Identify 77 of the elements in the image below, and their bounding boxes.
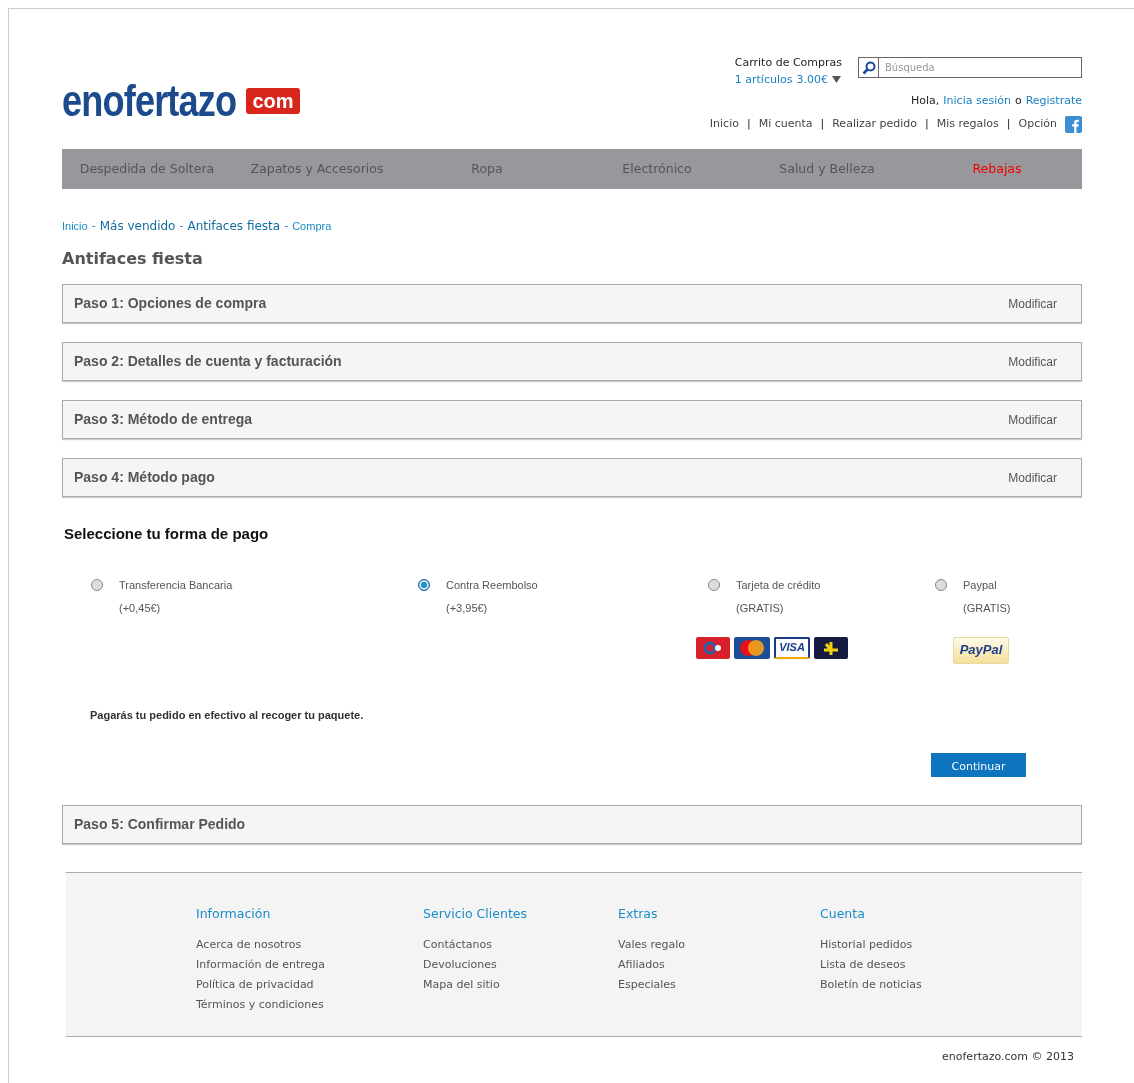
footer-heading: Cuenta: [820, 906, 866, 921]
login-link[interactable]: Inicia sesión: [943, 93, 1011, 110]
payment-option-label[interactable]: Tarjeta de crédito: [736, 576, 821, 593]
separator: -: [284, 217, 289, 234]
footer-link[interactable]: Boletín de noticias: [820, 975, 970, 995]
footer-link[interactable]: Política de privacidad: [196, 975, 423, 995]
step-title[interactable]: Paso 2: Detalles de cuenta y facturación: [74, 351, 342, 372]
page-title: Antifaces fiesta: [62, 248, 204, 270]
payment-price: (+0,45€): [119, 601, 162, 616]
payment-price: (GRATIS): [736, 601, 785, 616]
top-link[interactable]: Realizar pedido: [832, 115, 918, 133]
card-logo-icon: [696, 636, 730, 659]
facebook-icon[interactable]: [1065, 115, 1082, 133]
footer-link[interactable]: Mapa del sitio: [423, 975, 618, 995]
footer-link[interactable]: Historial pedidos: [820, 935, 970, 955]
radio-button[interactable]: [708, 578, 720, 591]
step-title[interactable]: Paso 5: Confirmar Pedido: [74, 814, 246, 835]
top-link[interactable]: Mis regalos: [936, 115, 999, 133]
cart-total[interactable]: 3.00€: [796, 71, 828, 88]
footer-link[interactable]: Afiliados: [618, 955, 820, 975]
modify-link[interactable]: Modificar: [1008, 410, 1057, 429]
breadcrumb-link[interactable]: Inicio: [62, 217, 88, 235]
separator: |: [746, 115, 751, 132]
footer-link[interactable]: Vales regalo: [618, 935, 820, 955]
top-link[interactable]: Mi cuenta: [758, 115, 813, 133]
or-text: o: [1014, 93, 1022, 109]
card-logo-icon: [814, 636, 848, 659]
step-title[interactable]: Paso 3: Método de entrega: [74, 409, 253, 430]
footer-link[interactable]: Términos y condiciones: [196, 995, 423, 1015]
top-link[interactable]: Opción: [1018, 115, 1057, 133]
step-title[interactable]: Paso 4: Método pago: [74, 467, 215, 488]
footer-heading: Extras: [618, 906, 659, 921]
payment-option-label[interactable]: Transferencia Bancaria: [119, 576, 233, 593]
continue-button[interactable]: Continuar: [931, 753, 1026, 777]
register-link[interactable]: Registrate: [1025, 93, 1082, 110]
footer-link[interactable]: Acerca de nosotros: [196, 935, 423, 955]
breadcrumb-link[interactable]: Compra: [292, 217, 332, 235]
separator: -: [179, 217, 184, 234]
breadcrumb-link[interactable]: Más vendido: [99, 217, 176, 235]
visa-logo: VISA: [774, 636, 810, 659]
logo[interactable]: enofertazo: [62, 78, 237, 123]
search-field[interactable]: Búsqueda: [879, 57, 1082, 78]
payment-heading: Seleccione tu forma de pago: [64, 524, 270, 544]
radio-button[interactable]: [935, 578, 947, 591]
cart-count[interactable]: 1 artículos: [734, 71, 793, 88]
paypal-logo: PayPal: [953, 636, 1009, 664]
separator: -: [91, 217, 96, 234]
payment-price: (+3,95€): [446, 601, 489, 616]
payment-option-label[interactable]: Contra Reembolso: [446, 576, 538, 593]
breadcrumb-link[interactable]: Antifaces fiesta: [187, 217, 281, 235]
top-link[interactable]: Inicio: [709, 115, 739, 133]
separator: |: [820, 115, 825, 132]
footer-heading: Información: [196, 906, 272, 921]
modify-link[interactable]: Modificar: [1008, 294, 1057, 313]
separator: |: [925, 115, 929, 132]
search-icon[interactable]: [858, 57, 879, 78]
footer-heading: Servicio Clientes: [423, 906, 528, 921]
caret-icon[interactable]: [831, 76, 841, 84]
radio-button[interactable]: [91, 578, 103, 591]
step-title[interactable]: Paso 1: Opciones de compra: [74, 293, 267, 314]
cart-title[interactable]: Carrito de Compras: [734, 55, 842, 72]
copyright: enofertazo.com © 2013: [941, 1049, 1074, 1065]
footer-link[interactable]: Devoluciones: [423, 955, 618, 975]
mastercard-icon: [734, 636, 770, 659]
greeting: Hola,: [911, 93, 940, 109]
footer-link[interactable]: Lista de deseos: [820, 955, 970, 975]
footer-link[interactable]: Información de entrega: [196, 955, 423, 975]
modify-link[interactable]: Modificar: [1008, 468, 1057, 487]
logo-tag[interactable]: com: [246, 87, 300, 114]
modify-link[interactable]: Modificar: [1008, 352, 1057, 371]
payment-option-label[interactable]: Paypal: [963, 576, 997, 593]
footer-link[interactable]: Contáctanos: [423, 935, 618, 955]
payment-note: Pagarás tu pedido en efectivo al recoger tu paquete.: [90, 707, 365, 723]
separator: |: [1006, 115, 1011, 132]
footer-link[interactable]: Especiales: [618, 975, 820, 995]
payment-price: (GRATIS): [963, 601, 1012, 616]
radio-button[interactable]: [418, 578, 430, 591]
